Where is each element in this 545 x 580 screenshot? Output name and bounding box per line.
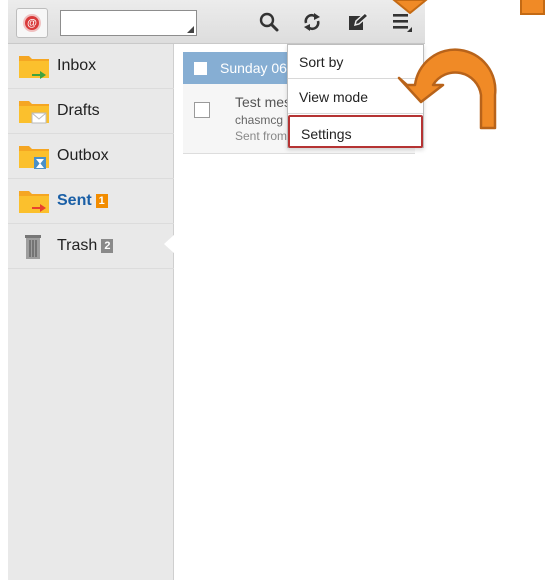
message-preview: Sent from [235, 129, 288, 143]
email-account-icon[interactable]: @ [16, 8, 48, 38]
sidebar-item-label: Drafts [57, 102, 100, 119]
trash-icon [25, 235, 41, 259]
compose-button[interactable] [344, 8, 372, 36]
screen: @ Inbox Drafts Outbox Sent 1 Trash 2 Sun… [0, 0, 545, 580]
account-selector[interactable] [60, 10, 197, 36]
orange-marker [520, 0, 545, 15]
action-bar: @ [8, 0, 425, 44]
message-subject: Test mes [235, 94, 292, 110]
sidebar-item-label: Inbox [57, 57, 97, 74]
outbox-folder-icon [19, 146, 49, 169]
sidebar-item-label: Trash 2 [57, 237, 114, 255]
menu-item-label: Sort by [299, 54, 344, 70]
inbox-folder-icon [19, 56, 49, 79]
sidebar-item-drafts[interactable]: Drafts [8, 89, 174, 134]
sidebar-item-label: Sent 1 [57, 192, 108, 210]
sidebar-item-label: Outbox [57, 147, 109, 164]
folder-sidebar: Inbox Drafts Outbox Sent 1 Trash 2 [8, 44, 175, 580]
sidebar-item-trash[interactable]: Trash 2 [8, 224, 174, 269]
trash-label-text: Trash [57, 237, 98, 254]
pointer-arrow-tip-icon [392, 0, 428, 14]
compose-icon [349, 11, 369, 30]
date-group-label: Sunday 06 [220, 60, 287, 76]
search-button[interactable] [255, 8, 283, 36]
sent-label-text: Sent [57, 192, 92, 209]
menu-item-label: View mode [299, 89, 369, 105]
sidebar-item-inbox[interactable]: Inbox [8, 44, 174, 89]
at-sign-icon: @ [23, 14, 41, 32]
menu-item-label: Settings [301, 126, 352, 142]
sync-button[interactable] [298, 8, 326, 36]
search-icon [259, 12, 279, 32]
sidebar-item-outbox[interactable]: Outbox [8, 134, 174, 179]
sent-folder-icon [19, 191, 49, 213]
selected-folder-pointer [164, 234, 175, 254]
dropdown-corner-icon [187, 26, 194, 33]
unread-count-badge: 1 [95, 194, 108, 208]
sync-icon [304, 13, 320, 31]
sidebar-item-sent[interactable]: Sent 1 [8, 179, 174, 224]
left-edge-strip [0, 0, 8, 580]
item-count-badge: 2 [101, 239, 114, 253]
message-checkbox[interactable] [194, 102, 210, 118]
curved-arrow-icon [397, 48, 497, 130]
message-sender: chasmcg [235, 113, 284, 127]
drafts-folder-icon [19, 101, 49, 124]
select-all-checkbox[interactable] [194, 62, 207, 75]
